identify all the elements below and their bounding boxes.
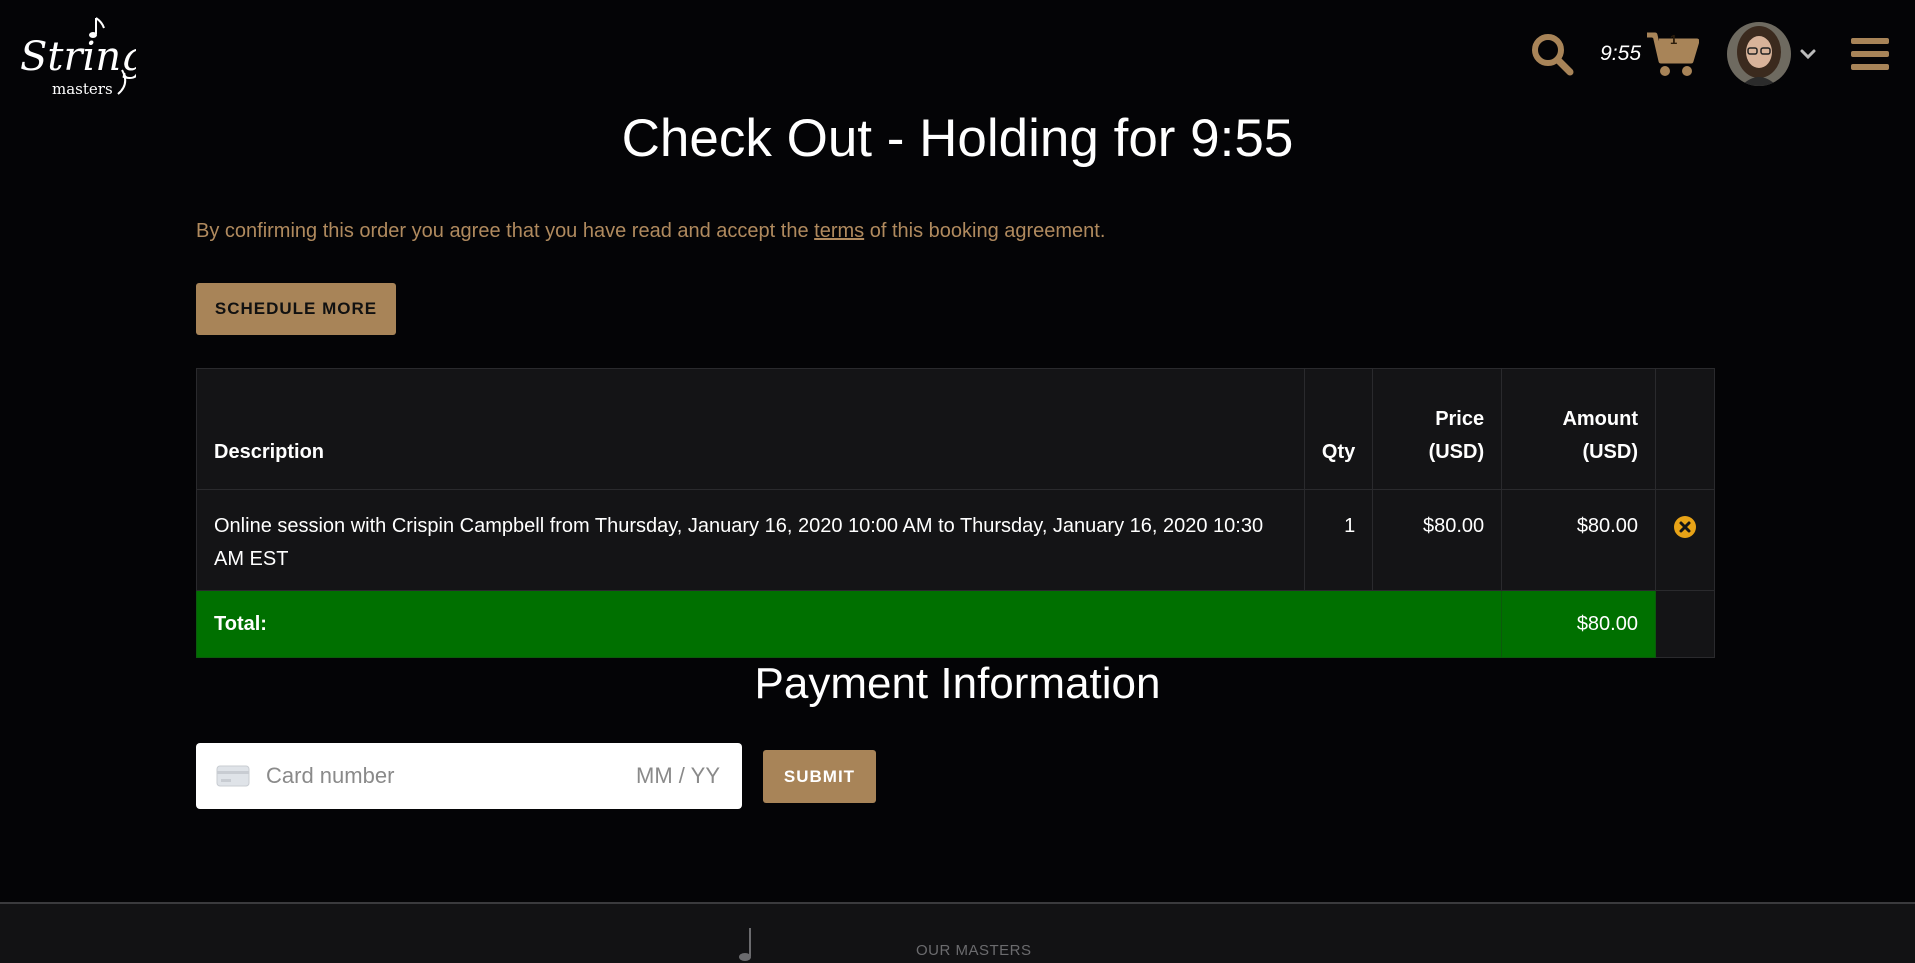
row-price: $80.00 xyxy=(1372,489,1503,591)
agreement-text-before: By confirming this order you agree that … xyxy=(196,220,815,242)
expiry-input[interactable] xyxy=(608,762,722,790)
total-label: Total: xyxy=(195,590,1503,658)
column-header-amount: Amount (USD) xyxy=(1501,368,1656,490)
user-menu[interactable] xyxy=(1727,22,1819,86)
agreement-text: By confirming this order you agree that … xyxy=(196,220,1105,243)
remove-icon[interactable] xyxy=(1673,515,1697,539)
svg-text:String: String xyxy=(20,34,136,80)
column-header-remove xyxy=(1654,368,1716,490)
agreement-text-after: of this booking agreement. xyxy=(864,220,1106,242)
total-amount: $80.00 xyxy=(1501,590,1656,658)
svg-text:masters: masters xyxy=(52,80,113,98)
checkout-page: String masters 9:55 1 Check Out - Holdin… xyxy=(0,0,1915,963)
row-remove-cell xyxy=(1654,489,1716,591)
column-header-qty: Qty xyxy=(1303,368,1374,490)
hold-timer: 9:55 xyxy=(1600,42,1641,65)
column-header-price: Price (USD) xyxy=(1372,368,1503,490)
amount-header-line1: Amount xyxy=(1562,408,1638,430)
logo-graphic: String masters xyxy=(20,17,147,98)
credit-card-icon xyxy=(216,765,250,787)
row-description: Online session with Crispin Campbell fro… xyxy=(196,489,1305,591)
schedule-more-button[interactable]: SCHEDULE MORE xyxy=(196,283,396,335)
footer: OUR MASTERS xyxy=(0,902,1915,963)
column-header-description: Description xyxy=(196,368,1305,490)
table-header-row: Description Qty Price (USD) Amount (USD) xyxy=(196,368,1716,490)
total-row: Total: $80.00 xyxy=(195,590,1716,658)
amount-header-line2: (USD) xyxy=(1582,441,1638,463)
page-title: Check Out - Holding for 9:55 xyxy=(621,109,1294,168)
row-qty: 1 xyxy=(1303,489,1374,591)
price-header-line1: Price xyxy=(1435,408,1485,430)
order-table: Description Qty Price (USD) Amount (USD)… xyxy=(195,368,1716,658)
price-header-line2: (USD) xyxy=(1428,441,1485,463)
footer-link-our-masters[interactable]: OUR MASTERS xyxy=(916,942,1032,959)
card-input-field[interactable] xyxy=(196,743,742,809)
chevron-down-icon xyxy=(1800,49,1816,60)
cart-button[interactable]: 1 xyxy=(1645,29,1700,79)
header-actions: 9:55 1 xyxy=(1528,22,1891,86)
cart-count-badge: 1 xyxy=(1670,32,1678,47)
row-amount: $80.00 xyxy=(1501,489,1656,591)
total-blank-cell xyxy=(1654,590,1716,658)
card-number-input[interactable] xyxy=(264,762,568,790)
avatar xyxy=(1727,22,1791,86)
hamburger-menu-icon[interactable] xyxy=(1849,34,1891,74)
table-row: Online session with Crispin Campbell fro… xyxy=(196,489,1716,591)
music-note-icon xyxy=(739,928,751,961)
string-masters-logo[interactable]: String masters xyxy=(18,14,147,100)
search-icon[interactable] xyxy=(1528,30,1576,78)
submit-button[interactable]: SUBMIT xyxy=(763,750,876,803)
terms-link[interactable]: terms xyxy=(814,220,864,242)
payment-title: Payment Information xyxy=(754,659,1161,708)
